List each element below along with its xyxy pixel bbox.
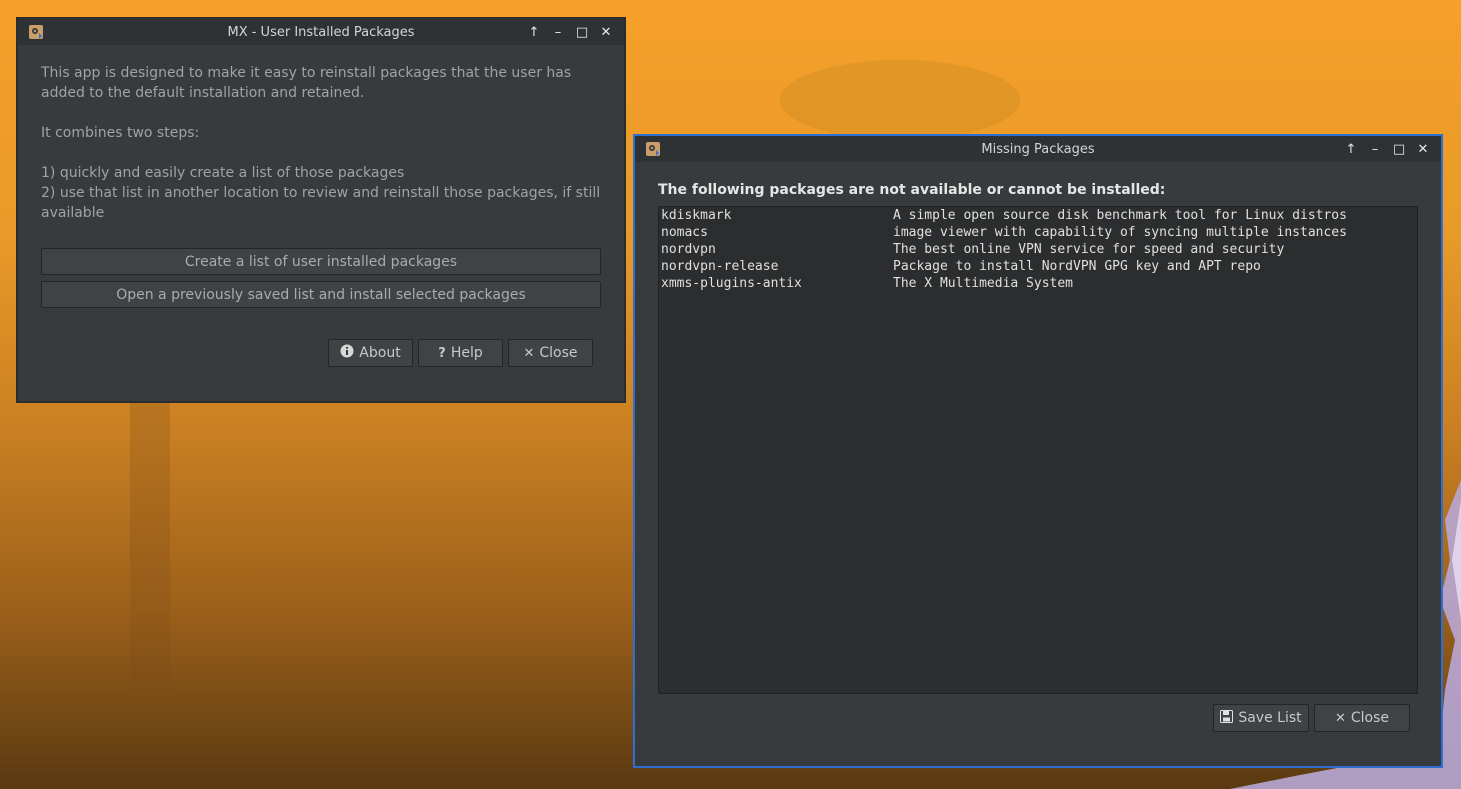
package-app-icon xyxy=(646,142,660,156)
description-paragraph: 1) quickly and easily create a list of t… xyxy=(41,165,405,181)
question-icon: ? xyxy=(438,345,446,361)
package-name: kdiskmark xyxy=(661,208,732,223)
about-label: About xyxy=(359,345,401,361)
package-description: The X Multimedia System xyxy=(893,276,1074,291)
package-name: nordvpn xyxy=(661,242,716,257)
missing-heading: The following packages are not available… xyxy=(658,182,1166,198)
close-button[interactable]: ✕ Close xyxy=(508,339,593,367)
save-list-button[interactable]: Save List xyxy=(1213,704,1309,732)
help-button[interactable]: ? Help xyxy=(418,339,503,367)
window-title: Missing Packages xyxy=(981,141,1095,157)
arrow-up-icon[interactable]: ↑ xyxy=(1341,139,1361,159)
create-list-label: Create a list of user installed packages xyxy=(184,253,458,270)
description-paragraph: This app is designed to make it easy to … xyxy=(41,65,572,101)
package-description: A simple open source disk benchmark tool… xyxy=(893,208,1347,223)
package-list[interactable]: kdiskmark A simple open source disk benc… xyxy=(658,206,1418,694)
titlebar[interactable]: Missing Packages ↑ – □ ✕ xyxy=(635,136,1441,162)
create-list-button[interactable]: Create a list of user installed packages xyxy=(41,248,601,275)
close-icon: ✕ xyxy=(1334,710,1346,726)
description: This app is designed to make it easy to … xyxy=(41,63,611,223)
close-button[interactable]: ✕ Close xyxy=(1314,704,1410,732)
info-icon xyxy=(340,344,354,362)
package-description: image viewer with capability of syncing … xyxy=(893,225,1347,240)
open-list-label: Open a previously saved list and install… xyxy=(116,286,526,303)
list-item[interactable]: kdiskmark A simple open source disk benc… xyxy=(659,207,1417,224)
list-item[interactable]: nordvpn The best online VPN service for … xyxy=(659,241,1417,258)
minimize-icon[interactable]: – xyxy=(548,22,568,42)
close-icon[interactable]: ✕ xyxy=(1413,139,1433,159)
package-description: Package to install NordVPN GPG key and A… xyxy=(893,259,1261,274)
maximize-icon[interactable]: □ xyxy=(1389,139,1409,159)
missing-packages-window: Missing Packages ↑ – □ ✕ The following p… xyxy=(633,134,1443,768)
minimize-icon[interactable]: – xyxy=(1365,139,1385,159)
maximize-icon[interactable]: □ xyxy=(572,22,592,42)
close-icon: ✕ xyxy=(523,345,535,361)
close-label: Close xyxy=(1350,710,1390,726)
close-label: Close xyxy=(539,345,578,361)
package-name: nomacs xyxy=(661,225,708,240)
save-list-label: Save List xyxy=(1238,710,1302,726)
list-item[interactable]: xmms-plugins-antix The X Multimedia Syst… xyxy=(659,275,1417,292)
package-name: nordvpn-release xyxy=(661,259,779,274)
arrow-up-icon[interactable]: ↑ xyxy=(524,22,544,42)
description-paragraph: It combines two steps: xyxy=(41,125,200,141)
package-app-icon xyxy=(29,25,43,39)
package-name: xmms-plugins-antix xyxy=(661,276,802,291)
floppy-disk-icon xyxy=(1220,709,1234,727)
open-list-button[interactable]: Open a previously saved list and install… xyxy=(41,281,601,308)
main-window: MX - User Installed Packages ↑ – □ ✕ Thi… xyxy=(16,17,626,403)
list-item[interactable]: nomacs image viewer with capability of s… xyxy=(659,224,1417,241)
help-label: Help xyxy=(450,345,483,361)
titlebar[interactable]: MX - User Installed Packages ↑ – □ ✕ xyxy=(18,19,624,45)
package-description: The best online VPN service for speed an… xyxy=(893,242,1285,257)
description-paragraph: 2) use that list in another location to … xyxy=(41,185,601,221)
close-icon[interactable]: ✕ xyxy=(596,22,616,42)
list-item[interactable]: nordvpn-release Package to install NordV… xyxy=(659,258,1417,275)
about-button[interactable]: About xyxy=(328,339,413,367)
